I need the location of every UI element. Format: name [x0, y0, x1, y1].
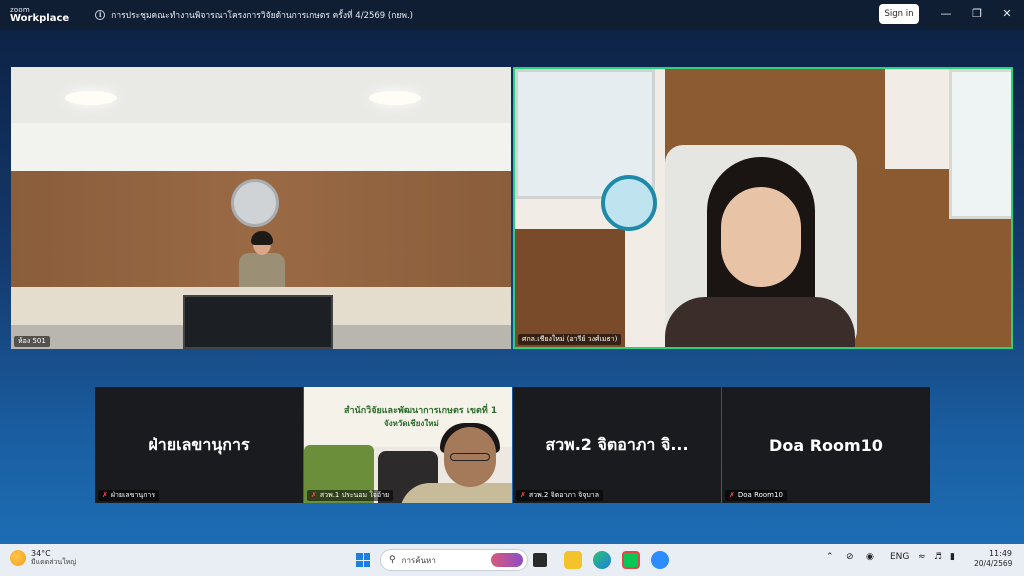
meeting-stage: ห้อง 501 ศกล.เชียงใหม่ (อารีย์ วงศ์เมธา)…: [0, 30, 1024, 544]
logo-line2: Workplace: [10, 12, 70, 24]
clock-date: 20/4/2569: [974, 558, 1013, 568]
info-icon[interactable]: i: [95, 10, 106, 20]
electric-fan: [601, 175, 657, 231]
video-tile-participant-video[interactable]: สำนักวิจัยและพัฒนาการเกษตร เขตที่ 1 จังห…: [304, 387, 512, 503]
line-icon[interactable]: [622, 551, 640, 569]
video-tile-active-speaker[interactable]: ศกล.เชียงใหม่ (อารีย์ วงศ์เมธา): [513, 67, 1013, 349]
language-indicator[interactable]: ENG: [890, 552, 909, 562]
edge-icon[interactable]: [593, 551, 611, 569]
poster-text: สำนักวิจัยและพัฒนาการเกษตร เขตที่ 1: [344, 406, 498, 416]
wifi-icon[interactable]: ≈: [918, 552, 926, 562]
video-tile-doa-room10[interactable]: Doa Room10 ✗ Doa Room10: [722, 387, 930, 503]
glasses: [450, 453, 490, 461]
volume-icon[interactable]: ♬: [934, 552, 942, 562]
participant-display-name: Doa Room10: [769, 435, 883, 455]
video-tile-secretariat[interactable]: ฝ่ายเลขานุการ ✗ ฝ่ายเลขานุการ: [95, 387, 303, 503]
weather-widget[interactable]: 34°C มีแดดส่วนใหญ่: [10, 549, 77, 567]
file-explorer-icon[interactable]: [564, 551, 582, 569]
close-icon[interactable]: ✕: [1000, 7, 1014, 21]
clock-time: 11:49: [988, 549, 1012, 558]
emblem-seal: [231, 179, 279, 227]
participant-label: ศกล.เชียงใหม่ (อารีย์ วงศ์เมธา): [518, 334, 622, 345]
restore-icon[interactable]: ❐: [970, 7, 984, 21]
meeting-title: การประชุมคณะทำงานพิจารณาโครงการวิจัยด้าน…: [111, 11, 413, 21]
mic-off-icon: ✗: [311, 491, 317, 499]
mic-off-icon: ✗: [520, 491, 526, 499]
participant-label: ✗ ฝ่ายเลขานุการ: [98, 490, 160, 501]
speaker-figure: [655, 157, 865, 347]
room-beam: [11, 123, 511, 171]
participant-shirt: [400, 483, 512, 503]
no-video-icon[interactable]: ⊘: [846, 552, 854, 562]
taskbar-clock[interactable]: 11:49 20/4/2569: [974, 549, 1012, 568]
participant-label: ห้อง 501: [14, 336, 50, 347]
taskbar-search[interactable]: ⚲ การค้นหา: [380, 549, 528, 571]
office-desk: [515, 229, 625, 347]
mic-off-icon: ✗: [729, 491, 735, 499]
zoom-workplace-logo: zoom Workplace: [10, 6, 70, 24]
network-icon[interactable]: ◉: [866, 552, 874, 562]
chevron-up-icon[interactable]: ⌃: [826, 552, 834, 562]
poster-text: จังหวัดเชียงใหม่: [384, 419, 439, 428]
office-window-right: [949, 69, 1011, 219]
participant-label: ✗ สวพ.2 จิตอาภา จิจุบาล: [516, 490, 604, 501]
participant-label: ✗ สวพ.1 ประนอม ใจอ้าย: [307, 490, 394, 501]
room-monitor: [183, 295, 333, 349]
participant-display-name: สวพ.2 จิตอาภา จิ...: [545, 434, 689, 454]
title-bar: zoom Workplace i การประชุมคณะทำงานพิจารณ…: [0, 0, 1024, 30]
weather-description: มีแดดส่วนใหญ่: [31, 557, 77, 566]
battery-icon[interactable]: ▮: [950, 552, 955, 562]
start-icon[interactable]: [356, 553, 370, 567]
minimize-icon[interactable]: —: [939, 7, 953, 21]
task-view-icon[interactable]: [533, 553, 547, 567]
ceiling-light: [369, 91, 421, 105]
windows-taskbar: 34°C มีแดดส่วนใหญ่ ⚲ การค้นหา ⌃ ⊘ ◉ ENG …: [0, 544, 1024, 576]
search-icon: ⚲: [389, 555, 396, 565]
chairperson-figure: [235, 231, 289, 289]
video-tile-sawp2[interactable]: สวพ.2 จิตอาภา จิ... ✗ สวพ.2 จิตอาภา จิจุ…: [513, 387, 721, 503]
mic-off-icon: ✗: [102, 491, 108, 499]
video-tile-room-501[interactable]: ห้อง 501: [11, 67, 511, 349]
sign-in-button[interactable]: Sign in: [879, 4, 919, 24]
weather-sun-icon: [10, 550, 26, 567]
participant-display-name: ฝ่ายเลขานุการ: [148, 434, 250, 454]
search-highlight-icon: [491, 553, 523, 567]
search-placeholder: การค้นหา: [401, 555, 436, 565]
zoom-icon[interactable]: [651, 551, 669, 569]
participant-label: ✗ Doa Room10: [725, 490, 787, 501]
ceiling-light: [65, 91, 117, 105]
